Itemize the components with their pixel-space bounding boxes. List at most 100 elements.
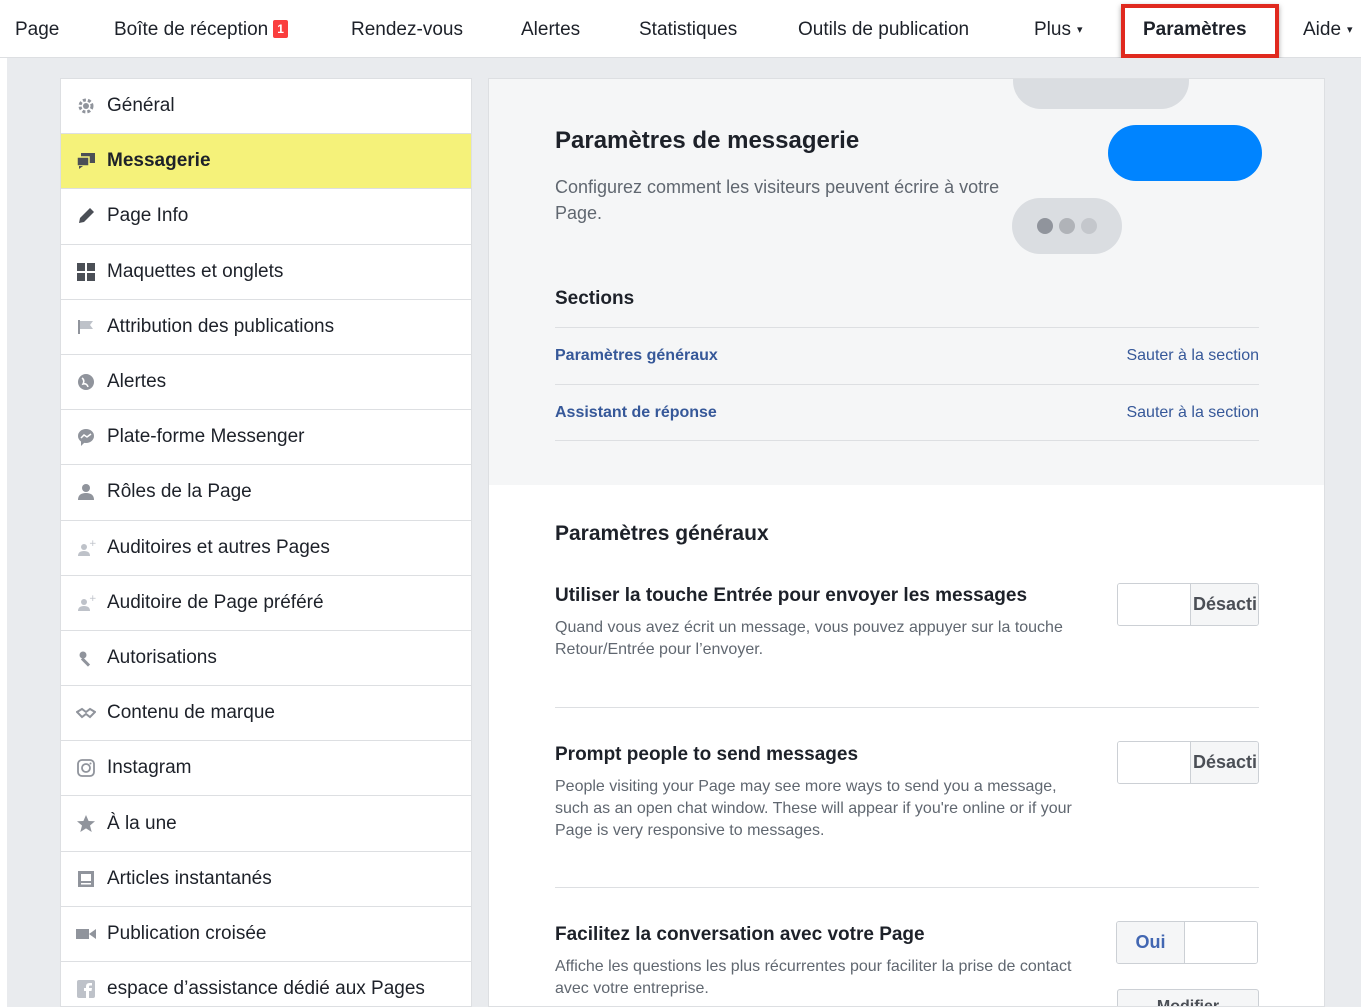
video-icon xyxy=(75,923,97,945)
chat-bubble-illustration xyxy=(1013,79,1189,109)
instagram-icon xyxy=(75,757,97,779)
svg-text:+: + xyxy=(89,594,96,604)
facebook-icon xyxy=(75,978,97,1000)
section-link-general[interactable]: Paramètres généraux xyxy=(555,347,718,365)
messages-icon xyxy=(75,150,97,172)
handshake-icon xyxy=(75,702,97,724)
section-row: Paramètres généraux Sauter à la section xyxy=(555,327,1259,384)
sidebar-item-label: Publication croisée xyxy=(107,922,267,944)
pencil-icon xyxy=(75,205,97,227)
sidebar-item-messaging[interactable]: Messagerie xyxy=(61,134,471,190)
gear-icon xyxy=(75,95,97,117)
typing-indicator-illustration xyxy=(1012,198,1122,254)
toggle-track xyxy=(1185,922,1257,963)
nav-more[interactable]: Plus ▾ xyxy=(1034,0,1083,58)
sidebar-item-label: Contenu de marque xyxy=(107,702,275,724)
sidebar-item-label: Instagram xyxy=(107,757,192,779)
sidebar-item-label: Général xyxy=(107,95,175,117)
setting-description: Affiche les questions les plus récurrent… xyxy=(555,958,1072,997)
edit-button[interactable]: Modifier xyxy=(1117,989,1259,1006)
nav-help[interactable]: Aide ▾ xyxy=(1303,0,1353,58)
sidebar-item-label: Alertes xyxy=(107,371,167,393)
nav-statistics-label: Statistiques xyxy=(639,19,738,40)
jump-to-section-link[interactable]: Sauter à la section xyxy=(1126,347,1259,365)
prompt-messages-toggle[interactable]: Désacti xyxy=(1117,741,1259,784)
jump-to-section-link[interactable]: Sauter à la section xyxy=(1126,404,1259,422)
nav-settings[interactable]: Paramètres xyxy=(1143,0,1247,58)
sidebar-item-crossposting[interactable]: Publication croisée xyxy=(61,907,471,962)
conversation-starters-toggle[interactable]: Oui xyxy=(1116,921,1258,964)
globe-icon xyxy=(75,371,97,393)
sidebar-item-label: Plate-forme Messenger xyxy=(107,426,305,448)
nav-appointments[interactable]: Rendez-vous xyxy=(351,0,463,58)
section-row: Assistant de réponse Sauter à la section xyxy=(555,384,1259,441)
sidebar-item-layouts-tabs[interactable]: Maquettes et onglets xyxy=(61,245,471,300)
sidebar-item-label: Maquettes et onglets xyxy=(107,260,284,282)
messaging-hero: Paramètres de messagerie Configurez comm… xyxy=(489,79,1324,485)
sidebar-item-label: Autorisations xyxy=(107,646,217,668)
article-icon xyxy=(75,868,97,890)
settings-sidebar: Général Messagerie Page Info Maquettes e… xyxy=(60,78,472,1007)
top-navigation: Page Boîte de réception 1 Rendez-vous Ale… xyxy=(0,0,1361,58)
sidebar-item-branded-content[interactable]: Contenu de marque xyxy=(61,686,471,742)
sidebar-item-label: Page Info xyxy=(107,205,189,227)
sidebar-item-preferred-audience[interactable]: + Auditoire de Page préféré xyxy=(61,576,471,631)
messenger-icon xyxy=(75,426,97,448)
divider xyxy=(555,887,1259,888)
nav-page-label: Page xyxy=(15,19,60,40)
sidebar-item-page-support-inbox[interactable]: espace d’assistance dédié aux Pages xyxy=(61,962,471,1006)
sidebar-item-page-roles[interactable]: Rôles de la Page xyxy=(61,465,471,521)
nav-alerts[interactable]: Alertes xyxy=(521,0,580,58)
wrench-icon xyxy=(75,647,97,669)
grid-icon xyxy=(75,261,97,283)
nav-help-label: Aide xyxy=(1303,19,1342,40)
messaging-settings-panel: Paramètres de messagerie Configurez comm… xyxy=(488,78,1325,1007)
sidebar-item-permissions[interactable]: Autorisations xyxy=(61,631,471,687)
sidebar-item-label: Attribution des publications xyxy=(107,315,335,337)
sidebar-item-messenger-platform[interactable]: Plate-forme Messenger xyxy=(61,410,471,466)
toggle-label: Désacti xyxy=(1190,742,1258,783)
svg-text:+: + xyxy=(89,539,96,549)
toggle-label: Oui xyxy=(1117,922,1185,963)
nav-statistics[interactable]: Statistiques xyxy=(639,0,737,58)
nav-publishing-tools[interactable]: Outils de publication xyxy=(798,0,969,58)
nav-appointments-label: Rendez-vous xyxy=(351,19,463,40)
sidebar-item-label: À la une xyxy=(107,812,177,834)
sidebar-item-label: Auditoire de Page préféré xyxy=(107,591,324,613)
typing-dot xyxy=(1059,218,1075,234)
sidebar-item-featured[interactable]: À la une xyxy=(61,796,471,852)
typing-dot xyxy=(1081,218,1097,234)
sidebar-item-general[interactable]: Général xyxy=(61,79,471,135)
chevron-down-icon: ▾ xyxy=(1347,24,1353,36)
sidebar-item-page-info[interactable]: Page Info xyxy=(61,189,471,245)
sidebar-item-label: Auditoires et autres Pages xyxy=(107,536,330,558)
setting-description: Quand vous avez écrit un message, vous p… xyxy=(555,619,1063,658)
toggle-label: Désacti xyxy=(1190,584,1258,625)
star-icon xyxy=(75,813,97,835)
person-icon xyxy=(75,481,97,503)
sidebar-item-audiences-other-pages[interactable]: + Auditoires et autres Pages xyxy=(61,521,471,576)
sidebar-item-label: Messagerie xyxy=(107,150,211,172)
sidebar-item-label: espace d’assistance dédié aux Pages xyxy=(107,978,425,1000)
general-settings-heading: Paramètres généraux xyxy=(555,522,769,545)
nav-inbox[interactable]: Boîte de réception 1 xyxy=(114,0,288,58)
typing-dot xyxy=(1037,218,1053,234)
chat-bubble-illustration xyxy=(1108,125,1262,181)
setting-description: People visiting your Page may see more w… xyxy=(555,778,1072,839)
page-subtitle: Configurez comment les visiteurs peuvent… xyxy=(555,177,1000,223)
enter-to-send-toggle[interactable]: Désacti xyxy=(1117,583,1259,626)
sidebar-item-instant-articles[interactable]: Articles instantanés xyxy=(61,852,471,907)
nav-alerts-label: Alertes xyxy=(521,19,581,40)
page-title: Paramètres de messagerie xyxy=(555,127,860,154)
sidebar-item-instagram[interactable]: Instagram xyxy=(61,741,471,797)
nav-page[interactable]: Page xyxy=(15,0,59,58)
sidebar-item-label: Rôles de la Page xyxy=(107,481,252,503)
sidebar-item-alerts[interactable]: Alertes xyxy=(61,355,471,411)
nav-more-label: Plus xyxy=(1034,19,1071,40)
person-plus-icon: + xyxy=(75,537,97,559)
sidebar-item-post-attribution[interactable]: Attribution des publications xyxy=(61,300,471,355)
section-link-response-assistant[interactable]: Assistant de réponse xyxy=(555,404,717,422)
toggle-track xyxy=(1118,584,1190,625)
nav-inbox-label: Boîte de réception xyxy=(114,19,269,40)
sidebar-item-label: Articles instantanés xyxy=(107,867,272,889)
